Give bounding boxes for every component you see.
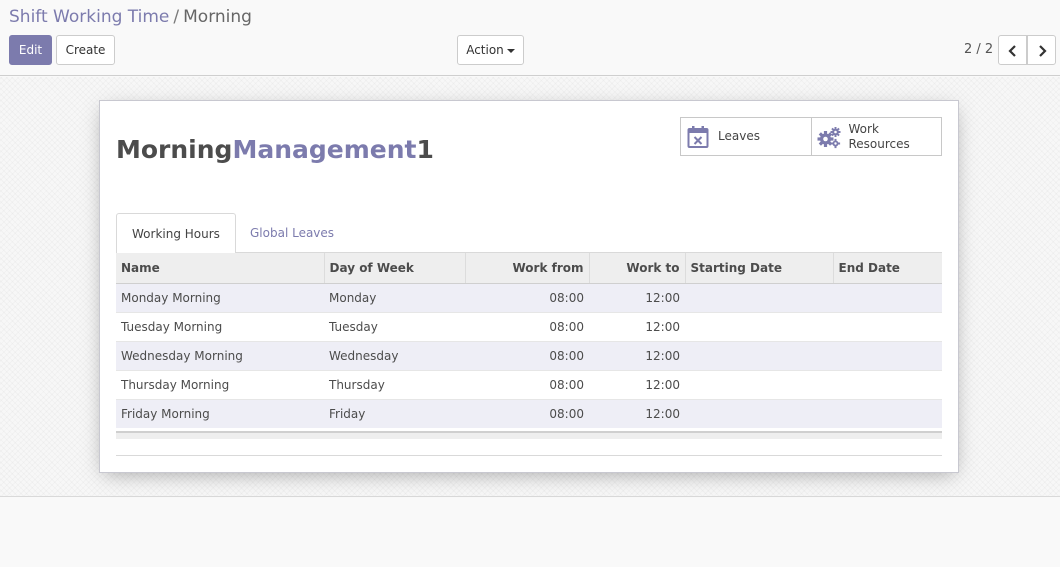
record-title: MorningManagement1	[116, 135, 434, 165]
cell-day: Monday	[324, 282, 465, 312]
table-row[interactable]: Wednesday Morning Wednesday 08:00 12:00	[116, 340, 942, 370]
cell-work-from: 08:00	[465, 311, 589, 341]
cell-name: Wednesday Morning	[116, 340, 324, 370]
cell-work-to: 12:00	[589, 282, 685, 312]
cell-work-from: 08:00	[465, 369, 589, 399]
gears-icon	[817, 127, 840, 149]
breadcrumb-parent-link[interactable]: Shift Working Time	[9, 7, 169, 27]
smart-button-box: Leaves Work Resources	[680, 117, 942, 156]
pager-previous-button[interactable]	[998, 35, 1027, 65]
record-title-part2: Management	[232, 135, 417, 164]
notebook-tabs: Working Hours Global Leaves	[116, 213, 942, 254]
cell-work-from: 08:00	[465, 282, 589, 312]
calendar-x-icon	[687, 126, 709, 148]
breadcrumb-current: Morning	[183, 7, 252, 27]
cell-work-to: 12:00	[589, 311, 685, 341]
leaves-label: Leaves	[718, 129, 760, 143]
pager-value: 2 / 2	[964, 42, 994, 57]
cell-name: Tuesday Morning	[116, 311, 324, 341]
form-view-background: Leaves Work Resources MorningManagement1…	[0, 77, 1060, 497]
cell-work-from: 08:00	[465, 398, 589, 428]
record-title-part1: Morning	[116, 135, 233, 164]
pager-next-button[interactable]	[1027, 35, 1056, 65]
action-label: Action	[466, 43, 504, 57]
tab-global-leaves[interactable]: Global Leaves	[235, 213, 349, 254]
edit-button[interactable]: Edit	[9, 35, 52, 65]
cell-end-date	[833, 398, 942, 428]
column-header-end-date[interactable]: End Date	[833, 253, 942, 284]
cell-name: Monday Morning	[116, 282, 324, 312]
work-resources-label-line1: Work	[848, 121, 879, 136]
create-button[interactable]: Create	[56, 35, 115, 65]
cell-starting-date	[685, 369, 833, 399]
cell-starting-date	[685, 311, 833, 341]
cell-work-to: 12:00	[589, 340, 685, 370]
column-header-work-to[interactable]: Work to	[589, 253, 686, 284]
table-row[interactable]: Friday Morning Friday 08:00 12:00	[116, 398, 942, 428]
form-sheet: Leaves Work Resources MorningManagement1…	[99, 100, 959, 473]
leaves-smart-button[interactable]: Leaves	[681, 118, 811, 155]
work-resources-smart-button[interactable]: Work Resources	[810, 118, 941, 155]
cell-day: Friday	[324, 398, 465, 428]
breadcrumb-separator: /	[173, 7, 180, 27]
column-header-name[interactable]: Name	[116, 253, 325, 284]
cell-work-to: 12:00	[589, 369, 685, 399]
work-resources-label-line2: Resources	[848, 136, 910, 151]
cell-end-date	[833, 282, 942, 312]
table-header-row: Name Day of Week Work from Work to Start…	[116, 253, 942, 284]
chevron-left-icon	[1007, 45, 1016, 57]
action-dropdown-button[interactable]: Action	[457, 35, 524, 65]
cell-day: Wednesday	[324, 340, 465, 370]
cell-work-from: 08:00	[465, 340, 589, 370]
cell-work-to: 12:00	[589, 398, 685, 428]
table-footer	[116, 431, 942, 439]
cell-end-date	[833, 340, 942, 370]
column-header-work-from[interactable]: Work from	[465, 253, 590, 284]
cell-end-date	[833, 369, 942, 399]
cell-end-date	[833, 311, 942, 341]
cell-day: Tuesday	[324, 311, 465, 341]
cell-starting-date	[685, 282, 833, 312]
cell-starting-date	[685, 340, 833, 370]
working-hours-table: Name Day of Week Work from Work to Start…	[116, 253, 942, 428]
chevron-right-icon	[1038, 45, 1047, 57]
cell-starting-date	[685, 398, 833, 428]
column-header-day-of-week[interactable]: Day of Week	[324, 253, 466, 284]
tab-working-hours[interactable]: Working Hours	[116, 213, 236, 254]
table-row[interactable]: Thursday Morning Thursday 08:00 12:00	[116, 369, 942, 399]
cell-name: Friday Morning	[116, 398, 324, 428]
cell-day: Thursday	[324, 369, 465, 399]
table-row[interactable]: Monday Morning Monday 08:00 12:00	[116, 282, 942, 312]
sheet-divider	[116, 455, 942, 456]
work-resources-label: Work Resources	[849, 118, 910, 155]
caret-down-icon	[506, 48, 515, 53]
cell-name: Thursday Morning	[116, 369, 324, 399]
record-title-part3: 1	[416, 135, 434, 164]
table-row[interactable]: Tuesday Morning Tuesday 08:00 12:00	[116, 311, 942, 341]
control-panel: Shift Working Time / Morning Edit Create A…	[0, 0, 1060, 76]
breadcrumb: Shift Working Time / Morning	[9, 6, 252, 28]
column-header-starting-date[interactable]: Starting Date	[685, 253, 834, 284]
